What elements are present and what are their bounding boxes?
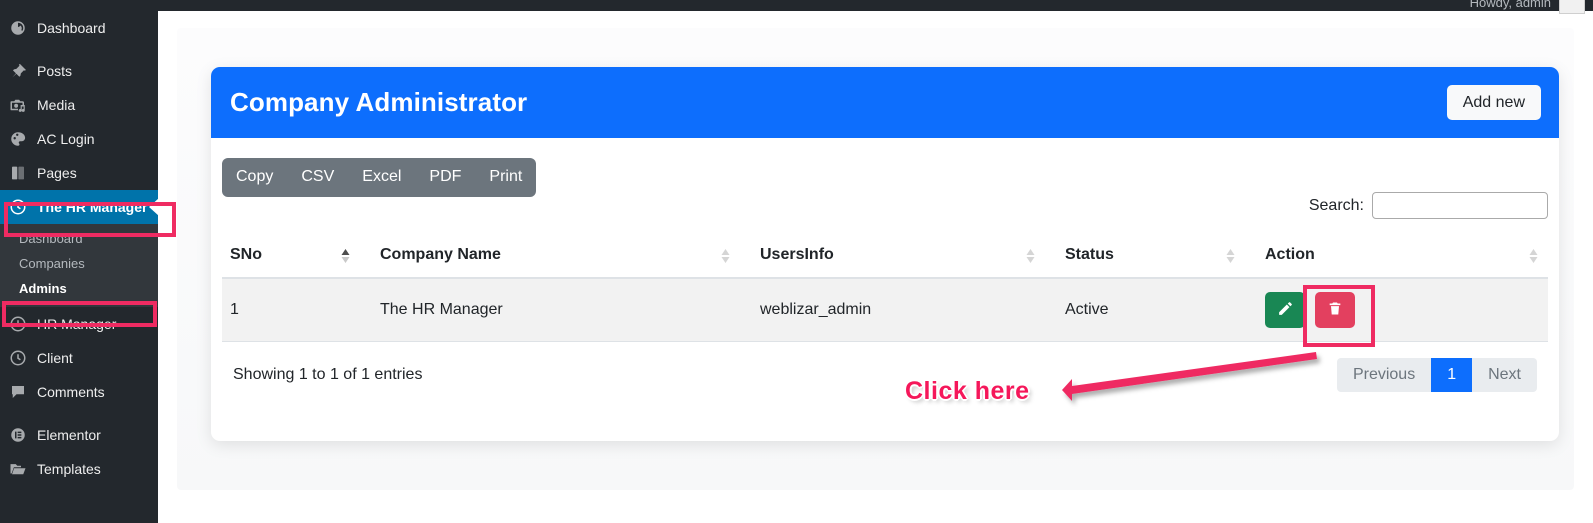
pencil-edit-icon <box>1277 300 1294 320</box>
cell-company-name: The HR Manager <box>372 277 752 342</box>
trash-delete-icon <box>1327 300 1343 320</box>
delete-row-button[interactable] <box>1315 291 1356 328</box>
add-new-button[interactable]: Add new <box>1446 84 1541 121</box>
sidebar-submenu: Dashboard Companies Admins <box>0 224 158 307</box>
clock-icon <box>8 348 28 368</box>
cell-sno: 1 <box>222 277 372 342</box>
sidebar-item-label: AC Login <box>37 131 95 147</box>
pages-book-icon <box>8 163 28 183</box>
sidebar-item-dashboard[interactable]: Dashboard <box>0 11 158 45</box>
pagination-page-1[interactable]: 1 <box>1431 357 1473 392</box>
pdf-button[interactable]: PDF <box>415 158 475 197</box>
submenu-item-companies[interactable]: Companies <box>0 251 158 276</box>
sidebar-item-label: The HR Manager <box>37 199 148 215</box>
pagination-previous[interactable]: Previous <box>1336 357 1432 392</box>
column-label: Action <box>1265 245 1315 263</box>
admin-bar-greeting: Howdy, admin <box>1469 0 1551 10</box>
cell-usersinfo: weblizar_admin <box>752 277 1057 342</box>
sort-none-icon <box>1529 247 1538 265</box>
export-buttons-group: Copy CSV Excel PDF Print <box>222 158 537 197</box>
column-header-action[interactable]: Action <box>1257 234 1548 279</box>
sidebar-item-label: Comments <box>37 384 105 400</box>
sidebar-divider <box>0 409 158 418</box>
sort-none-icon <box>721 247 730 265</box>
csv-button[interactable]: CSV <box>287 158 348 197</box>
entries-info: Showing 1 to 1 of 1 entries <box>233 365 423 383</box>
admins-table: SNo Company Name UsersInfo Status Action… <box>222 234 1548 342</box>
dashboard-gauge-icon <box>8 18 28 38</box>
search-input[interactable] <box>1372 192 1548 219</box>
sidebar-item-label: Posts <box>37 63 73 79</box>
column-header-status[interactable]: Status <box>1057 234 1257 279</box>
card-header: Company Administrator Add new <box>211 67 1559 138</box>
sidebar-item-pages[interactable]: Pages <box>0 156 158 190</box>
cell-status: Active <box>1057 277 1257 342</box>
table-row: 1 The HR Manager weblizar_admin Active <box>222 277 1548 342</box>
search-label: Search: <box>1308 196 1364 214</box>
cell-action <box>1257 277 1548 342</box>
column-label: Status <box>1065 245 1114 263</box>
sidebar-item-label: Client <box>37 350 73 366</box>
user-avatar-icon <box>1559 0 1585 14</box>
search-container: Search: <box>1309 192 1548 219</box>
sidebar-item-posts[interactable]: Posts <box>0 54 158 88</box>
sidebar-item-label: Elementor <box>37 427 101 443</box>
elementor-icon <box>8 425 28 445</box>
column-label: UsersInfo <box>760 245 834 263</box>
print-button[interactable]: Print <box>475 158 536 197</box>
sidebar-item-label: Pages <box>37 165 77 181</box>
screen-root: Howdy, admin Dashboard Posts Media AC Lo… <box>0 0 1593 523</box>
admin-sidebar: Dashboard Posts Media AC Login Pages The… <box>0 0 159 523</box>
main-content: Company Administrator Add new Copy CSV E… <box>158 11 1593 523</box>
submenu-item-admins[interactable]: Admins <box>0 276 158 301</box>
excel-button[interactable]: Excel <box>348 158 415 197</box>
edit-row-button[interactable] <box>1265 291 1305 328</box>
palette-icon <box>8 129 28 149</box>
active-menu-arrow-icon <box>149 198 159 216</box>
company-administrator-card: Company Administrator Add new Copy CSV E… <box>211 67 1559 441</box>
table-header-row: SNo Company Name UsersInfo Status Action <box>222 234 1548 279</box>
column-header-company-name[interactable]: Company Name <box>372 234 752 279</box>
page-title: Company Administrator <box>230 87 528 117</box>
column-label: SNo <box>230 245 262 263</box>
sidebar-item-label: HR Manager <box>37 316 117 332</box>
sidebar-item-label: Dashboard <box>37 20 106 36</box>
sort-asc-icon <box>341 247 350 265</box>
column-header-usersinfo[interactable]: UsersInfo <box>752 234 1057 279</box>
pagination-next[interactable]: Next <box>1472 357 1537 392</box>
copy-button[interactable]: Copy <box>222 158 287 197</box>
sidebar-item-label: Templates <box>37 461 101 477</box>
sidebar-item-the-hr-manager[interactable]: The HR Manager <box>0 190 159 224</box>
column-header-sno[interactable]: SNo <box>222 234 372 279</box>
clock-icon <box>8 197 28 217</box>
table-body: 1 The HR Manager weblizar_admin Active <box>222 277 1548 342</box>
clock-icon <box>8 314 28 334</box>
sidebar-item-hr-manager[interactable]: HR Manager <box>0 307 158 341</box>
table-footer: Showing 1 to 1 of 1 entries Previous 1 N… <box>222 342 1548 392</box>
sidebar-item-client[interactable]: Client <box>0 341 158 375</box>
sidebar-item-templates[interactable]: Templates <box>0 452 158 486</box>
wp-admin-bar: Howdy, admin <box>0 0 1593 14</box>
sidebar-divider <box>0 45 158 54</box>
comment-bubble-icon <box>8 382 28 402</box>
media-camera-icon <box>8 95 28 115</box>
sidebar-item-elementor[interactable]: Elementor <box>0 418 158 452</box>
folder-icon <box>8 459 28 479</box>
sidebar-item-media[interactable]: Media <box>0 88 158 122</box>
sidebar-item-comments[interactable]: Comments <box>0 375 158 409</box>
table-header: SNo Company Name UsersInfo Status Action <box>222 234 1548 279</box>
admin-bar-account[interactable]: Howdy, admin <box>1470 0 1585 14</box>
sort-none-icon <box>1026 247 1035 265</box>
pagination: Previous 1 Next <box>1336 357 1537 392</box>
sort-none-icon <box>1226 247 1235 265</box>
card-body: Copy CSV Excel PDF Print Search: SNo Com… <box>211 138 1559 392</box>
column-label: Company Name <box>380 245 501 263</box>
pin-icon <box>8 61 28 81</box>
page-panel: Company Administrator Add new Copy CSV E… <box>177 28 1574 490</box>
sidebar-item-label: Media <box>37 97 76 113</box>
submenu-item-dashboard[interactable]: Dashboard <box>0 226 158 251</box>
sidebar-item-ac-login[interactable]: AC Login <box>0 122 158 156</box>
